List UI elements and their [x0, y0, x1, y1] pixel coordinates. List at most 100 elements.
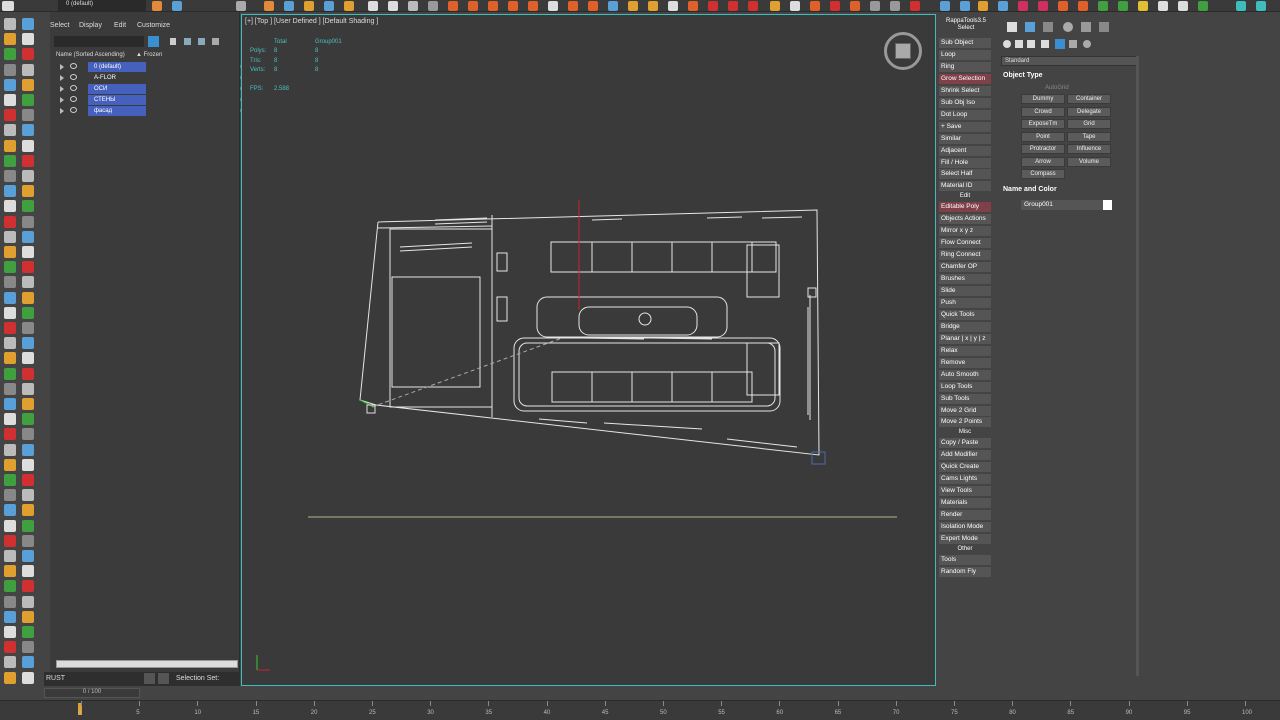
star-icon[interactable] [978, 1, 988, 11]
object-type-button-arrow[interactable]: Arrow [1021, 156, 1065, 167]
layout-icon[interactable] [960, 1, 970, 11]
viewport-top[interactable]: [+] [Top ] [User Defined ] [Default Shad… [241, 14, 936, 686]
teapot-icon[interactable] [324, 1, 334, 11]
snap-icon[interactable] [152, 1, 162, 11]
display-icon[interactable] [890, 1, 900, 11]
object-type-button-point[interactable]: Point [1021, 131, 1065, 142]
eye-icon[interactable] [70, 74, 77, 80]
tool-icon[interactable] [4, 215, 16, 228]
layer-explorer-icon[interactable] [144, 673, 155, 684]
layers-icon[interactable] [184, 38, 191, 45]
app-menu-icon[interactable] [2, 1, 14, 11]
sphere-icon[interactable] [810, 1, 820, 11]
rappa-button-ring-connect[interactable]: Ring Connect [939, 250, 991, 261]
tool-icon[interactable] [4, 78, 16, 91]
rappa-button-save[interactable]: + Save [939, 121, 991, 132]
layer-row[interactable]: СТЕНЫ [56, 95, 245, 105]
tool-icon[interactable] [22, 48, 34, 61]
tool-icon[interactable] [4, 398, 16, 410]
gear-icon[interactable] [850, 1, 860, 11]
rappa-button-planar-x-y-z[interactable]: Planar | x | y | z [939, 333, 991, 344]
tool-icon[interactable] [22, 550, 34, 562]
rappa-button-chamfer-op[interactable]: Chamfer OP [939, 262, 991, 273]
object-type-button-delegate[interactable]: Delegate [1067, 106, 1111, 117]
tool-icon[interactable] [22, 367, 34, 380]
object-type-button-exposetm[interactable]: ExposeTm [1021, 119, 1065, 129]
tool-icon[interactable] [4, 534, 16, 547]
rappa-button-random-fly[interactable]: Random Fly [939, 566, 991, 577]
chaos-icon[interactable] [1138, 1, 1148, 11]
box-icon[interactable] [1178, 1, 1188, 11]
rappa-button-slide[interactable]: Slide [939, 286, 991, 296]
tool-icon[interactable] [22, 322, 34, 334]
tool-icon[interactable] [4, 610, 16, 623]
rappa-button-adjacent[interactable]: Adjacent [939, 145, 991, 156]
rappa-button-dot-loop[interactable]: Dot Loop [939, 109, 991, 120]
rappa-button-relax[interactable]: Relax [939, 345, 991, 356]
frozen-column-header[interactable]: ▲ Frozen [136, 52, 162, 58]
tool-icon[interactable] [22, 489, 34, 502]
vray-light-icon[interactable] [708, 1, 718, 11]
rappa-button-similar[interactable]: Similar [939, 133, 991, 144]
tool-icon[interactable] [22, 443, 34, 456]
tool-icon[interactable] [22, 626, 34, 638]
tool-icon[interactable] [22, 170, 34, 182]
rappa-button-quick-create[interactable]: Quick Create [939, 462, 991, 473]
tool-icon[interactable] [22, 63, 34, 76]
tool-icon[interactable] [4, 154, 16, 167]
object-type-button-container[interactable]: Container [1067, 94, 1111, 104]
layer-row[interactable]: ОСИ [56, 84, 245, 94]
tool-icon[interactable] [22, 94, 34, 106]
gem-icon[interactable] [1018, 1, 1028, 11]
tool-icon[interactable] [4, 352, 16, 365]
tool-icon[interactable] [22, 534, 34, 547]
smoke-icon[interactable] [468, 1, 478, 11]
tool-icon[interactable] [22, 580, 34, 593]
rappa-button-auto-smooth[interactable]: Auto Smooth [939, 369, 991, 380]
helpers-icon[interactable] [1055, 39, 1065, 49]
emitter-icon[interactable] [588, 1, 598, 11]
spacewarps-icon[interactable] [1069, 40, 1077, 48]
stack-icon[interactable] [198, 38, 205, 45]
rappa-button-expert-mode[interactable]: Expert Mode [939, 534, 991, 544]
viewcube-icon[interactable] [895, 43, 911, 59]
scene-explorer-icon[interactable] [158, 673, 169, 684]
sun-icon[interactable] [648, 1, 658, 11]
fire-icon[interactable] [448, 1, 458, 11]
expand-arrow-icon[interactable] [60, 86, 64, 92]
globe-icon[interactable] [998, 1, 1008, 11]
rappa-button-sub-object[interactable]: Sub Object [939, 38, 991, 48]
tool-icon[interactable] [4, 306, 16, 319]
vray-icon[interactable] [688, 1, 698, 11]
tool-icon[interactable] [4, 550, 16, 562]
rappa-button-brushes[interactable]: Brushes [939, 274, 991, 285]
layer-dropdown[interactable]: 0 (default) [58, 0, 146, 11]
rappa-button-tools[interactable]: Tools [939, 554, 991, 565]
tool-icon[interactable] [22, 671, 34, 684]
object-type-button-compass[interactable]: Compass [1021, 169, 1065, 179]
tool-icon[interactable] [22, 18, 34, 30]
play-icon[interactable] [368, 1, 378, 11]
tool-icon[interactable] [4, 291, 16, 304]
particle-icon[interactable] [488, 1, 498, 11]
tool-icon[interactable] [4, 185, 16, 198]
tool-icon[interactable] [22, 306, 34, 319]
tool-icon[interactable] [4, 94, 16, 106]
tool-icon[interactable] [4, 337, 16, 350]
tool-icon[interactable] [22, 124, 34, 137]
tool-icon[interactable] [4, 519, 16, 532]
tool-icon[interactable] [22, 352, 34, 365]
rappa-button-move-2-points[interactable]: Move 2 Points [939, 417, 991, 428]
tool-icon[interactable] [4, 200, 16, 213]
tool-icon[interactable] [22, 78, 34, 91]
tool-icon[interactable] [22, 154, 34, 167]
tool-icon[interactable] [4, 489, 16, 502]
frame-counter[interactable]: 0 / 100 [44, 688, 140, 698]
tool-icon[interactable] [22, 139, 34, 152]
bottle-icon[interactable] [1038, 1, 1048, 11]
object-icon[interactable] [668, 1, 678, 11]
plane-icon[interactable] [790, 1, 800, 11]
rappa-button-cams-lights[interactable]: Cams Lights [939, 474, 991, 485]
material-icon[interactable] [264, 1, 274, 11]
tool-icon[interactable] [4, 261, 16, 274]
